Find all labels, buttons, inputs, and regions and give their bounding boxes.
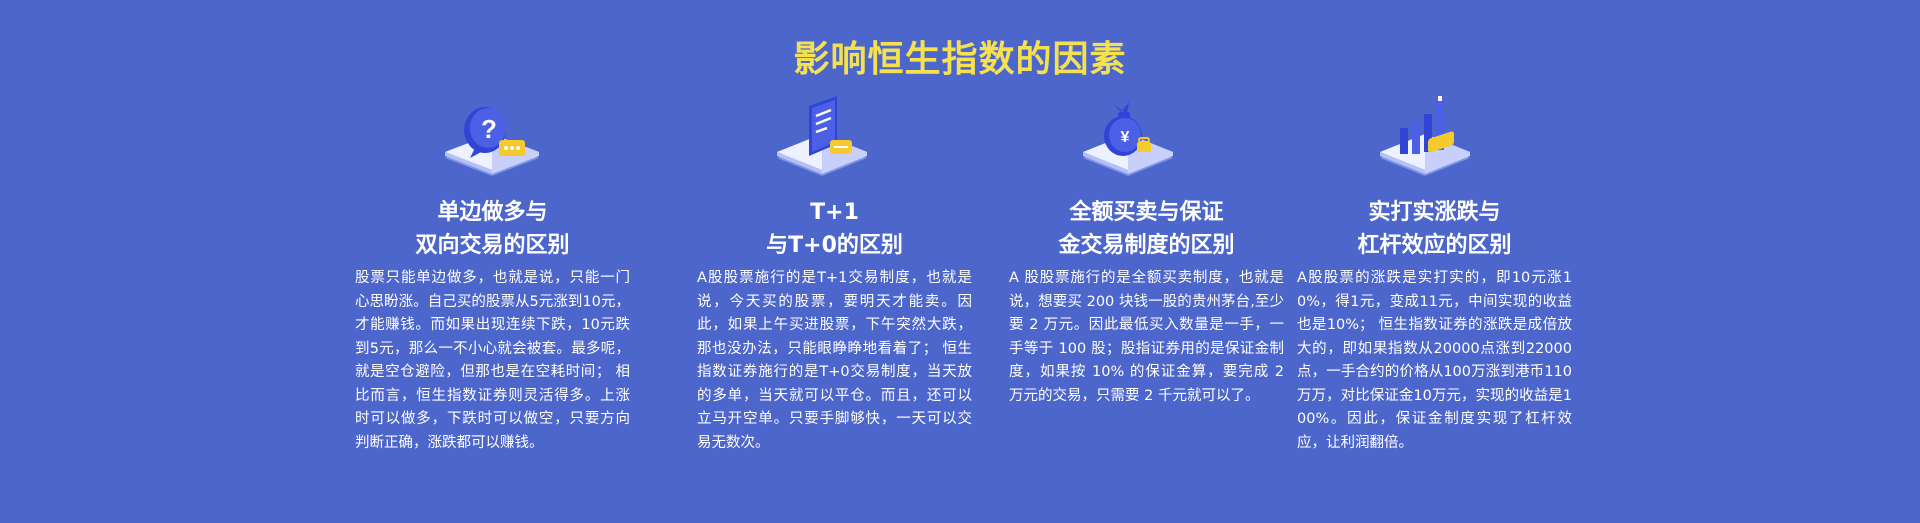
factor-description: A股股票的涨跌是实打实的，即10元涨10%，得1元，变成11元，中间实现的收益也… [1297,270,1572,451]
factor-heading-line1: T+1 [810,200,859,225]
bar-chart-icon [1370,96,1480,186]
svg-text:?: ? [481,114,497,144]
factor-heading: T+1 与T+0的区别 [697,196,972,262]
factor-heading-line1: 单边做多与 [437,200,548,225]
page-title: 影响恒生指数的因素 [793,39,1127,80]
factor-heading: 单边做多与 双向交易的区别 [355,196,630,262]
factor-heading-line2: 与T+0的区别 [766,233,903,258]
factor-heading-line2: 金交易制度的区别 [1058,233,1235,258]
question-bubble-icon: ? [437,96,547,186]
factor-heading-line1: 全额买卖与保证 [1069,200,1224,225]
money-bag-icon: ¥ [1073,96,1183,186]
factor-heading: 全额买卖与保证 金交易制度的区别 [1009,196,1284,262]
factor-heading-line1: 实打实涨跌与 [1368,200,1501,225]
factor-heading-line2: 杠杆效应的区别 [1357,233,1512,258]
factor-description: A股股票施行的是T+1交易制度，也就是说，今天买的股票，要明天才能卖。因此，如果… [697,270,972,451]
factor-heading: 实打实涨跌与 杠杆效应的区别 [1297,196,1572,262]
document-chat-icon [767,96,877,186]
factor-description: 股票只能单边做多，也就是说，只能一门心思盼涨。自己买的股票从5元涨到10元，才能… [355,270,630,451]
factor-description: A 股股票施行的是全额买卖制度，也就是说，想要买 200 块钱一股的贵州茅台,至… [1009,270,1284,404]
factors-section: ? 单边做多与 双向交易的区别 股票只能单边做多，也就是说，只能一门心思盼涨。自… [0,96,1920,516]
factor-heading-line2: 双向交易的区别 [415,233,570,258]
svg-text:¥: ¥ [1121,129,1130,146]
